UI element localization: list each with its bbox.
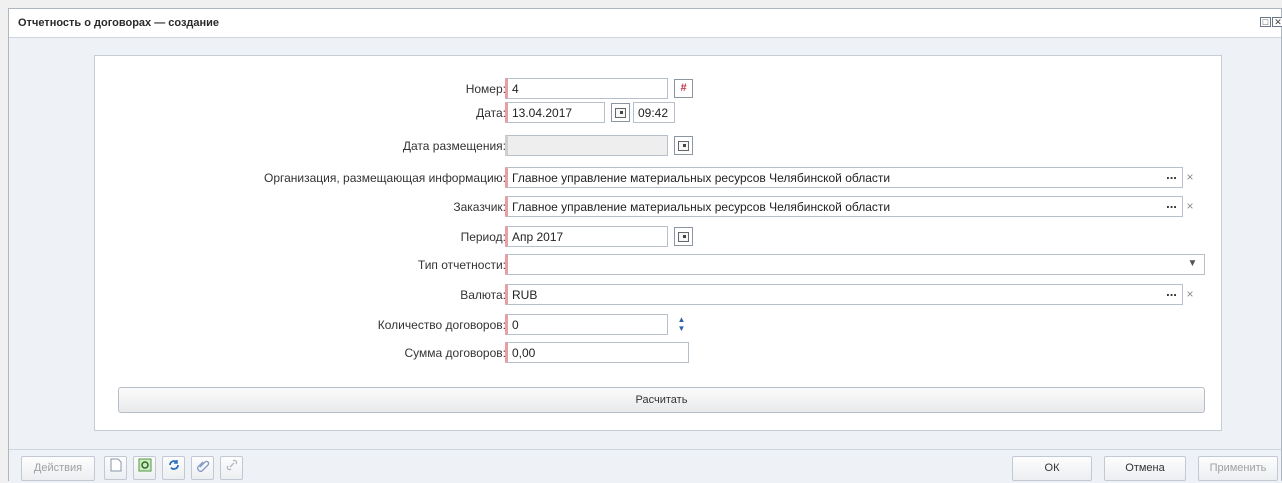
- contracts-sum-input[interactable]: 0,00: [505, 342, 689, 363]
- window-title: Отчетность о договорах — создание: [18, 17, 220, 29]
- report-type-select[interactable]: [505, 254, 1205, 275]
- placement-date-label: Дата размещения:: [402, 139, 506, 153]
- number-input[interactable]: 4: [505, 78, 668, 99]
- close-icon[interactable]: ✕: [1272, 17, 1282, 27]
- document-icon[interactable]: [104, 456, 127, 480]
- row-customer: Заказчик: Главное управление материальны…: [95, 196, 1221, 218]
- currency-input[interactable]: RUB: [505, 284, 1183, 305]
- organization-input[interactable]: Главное управление материальных ресурсов…: [505, 167, 1183, 188]
- period-calendar-icon[interactable]: [674, 227, 693, 246]
- quantity-stepper[interactable]: ▲ ▼: [674, 315, 689, 334]
- currency-select-icon[interactable]: ...: [1163, 285, 1180, 304]
- organization-select-icon[interactable]: ...: [1163, 168, 1180, 187]
- ok-button[interactable]: ОК: [1012, 456, 1092, 481]
- row-organization: Организация, размещающая информацию: Гла…: [95, 167, 1221, 189]
- attach-icon[interactable]: [191, 456, 214, 480]
- bottom-toolbar: Действия ОК Отмена Применить: [9, 449, 1281, 483]
- number-generate-icon[interactable]: #: [674, 79, 693, 98]
- date-label: Дата:: [476, 106, 506, 120]
- row-contracts-count: Количество договоров: 0 ▲ ▼: [95, 314, 1221, 336]
- placement-date-input: [505, 135, 668, 156]
- refresh-green-icon[interactable]: [133, 456, 156, 480]
- contracts-count-input[interactable]: 0: [505, 314, 668, 335]
- stepper-down-icon[interactable]: ▼: [674, 324, 689, 333]
- stepper-up-icon[interactable]: ▲: [674, 315, 689, 324]
- report-type-label: Тип отчетности:: [417, 258, 506, 272]
- row-period: Период: Апр 2017: [95, 226, 1221, 248]
- form-panel: Номер: 4 # Дата: 13.04.2017 09:42 Дата р…: [94, 55, 1222, 431]
- chevron-down-icon[interactable]: ▼: [1184, 255, 1201, 274]
- customer-label: Заказчик:: [453, 200, 506, 214]
- time-input[interactable]: 09:42: [633, 102, 675, 123]
- maximize-icon[interactable]: □: [1260, 17, 1271, 27]
- currency-label: Валюта:: [460, 288, 506, 302]
- date-input[interactable]: 13.04.2017: [505, 102, 605, 123]
- title-bar: Отчетность о договорах — создание □ ✕: [9, 9, 1282, 38]
- row-date: Дата: 13.04.2017 09:42: [95, 102, 1221, 124]
- refresh-blue-icon[interactable]: [162, 456, 185, 480]
- contracts-sum-label: Сумма договоров:: [404, 346, 506, 360]
- number-label: Номер:: [465, 82, 506, 96]
- cancel-button[interactable]: Отмена: [1104, 456, 1186, 481]
- row-placement-date: Дата размещения:: [95, 135, 1221, 157]
- currency-clear-icon[interactable]: ×: [1183, 285, 1197, 304]
- customer-clear-icon[interactable]: ×: [1183, 197, 1197, 216]
- link-icon: [220, 456, 243, 480]
- organization-clear-icon[interactable]: ×: [1183, 168, 1197, 187]
- row-number: Номер: 4 #: [95, 78, 1221, 100]
- row-report-type: Тип отчетности: ▼: [95, 254, 1221, 276]
- actions-button[interactable]: Действия: [21, 456, 95, 481]
- customer-select-icon[interactable]: ...: [1163, 197, 1180, 216]
- organization-label: Организация, размещающая информацию:: [264, 171, 506, 185]
- placement-date-calendar-icon: [674, 136, 693, 155]
- calculate-button[interactable]: Расчитать: [118, 387, 1205, 413]
- row-currency: Валюта: RUB ... ×: [95, 284, 1221, 306]
- apply-button[interactable]: Применить: [1198, 456, 1278, 481]
- dialog-window: Отчетность о договорах — создание □ ✕ Но…: [8, 8, 1282, 483]
- contracts-count-label: Количество договоров:: [377, 318, 506, 332]
- customer-input[interactable]: Главное управление материальных ресурсов…: [505, 196, 1183, 217]
- period-label: Период:: [460, 230, 506, 244]
- period-input[interactable]: Апр 2017: [505, 226, 668, 247]
- date-calendar-icon[interactable]: [611, 103, 630, 122]
- row-contracts-sum: Сумма договоров: 0,00: [95, 342, 1221, 364]
